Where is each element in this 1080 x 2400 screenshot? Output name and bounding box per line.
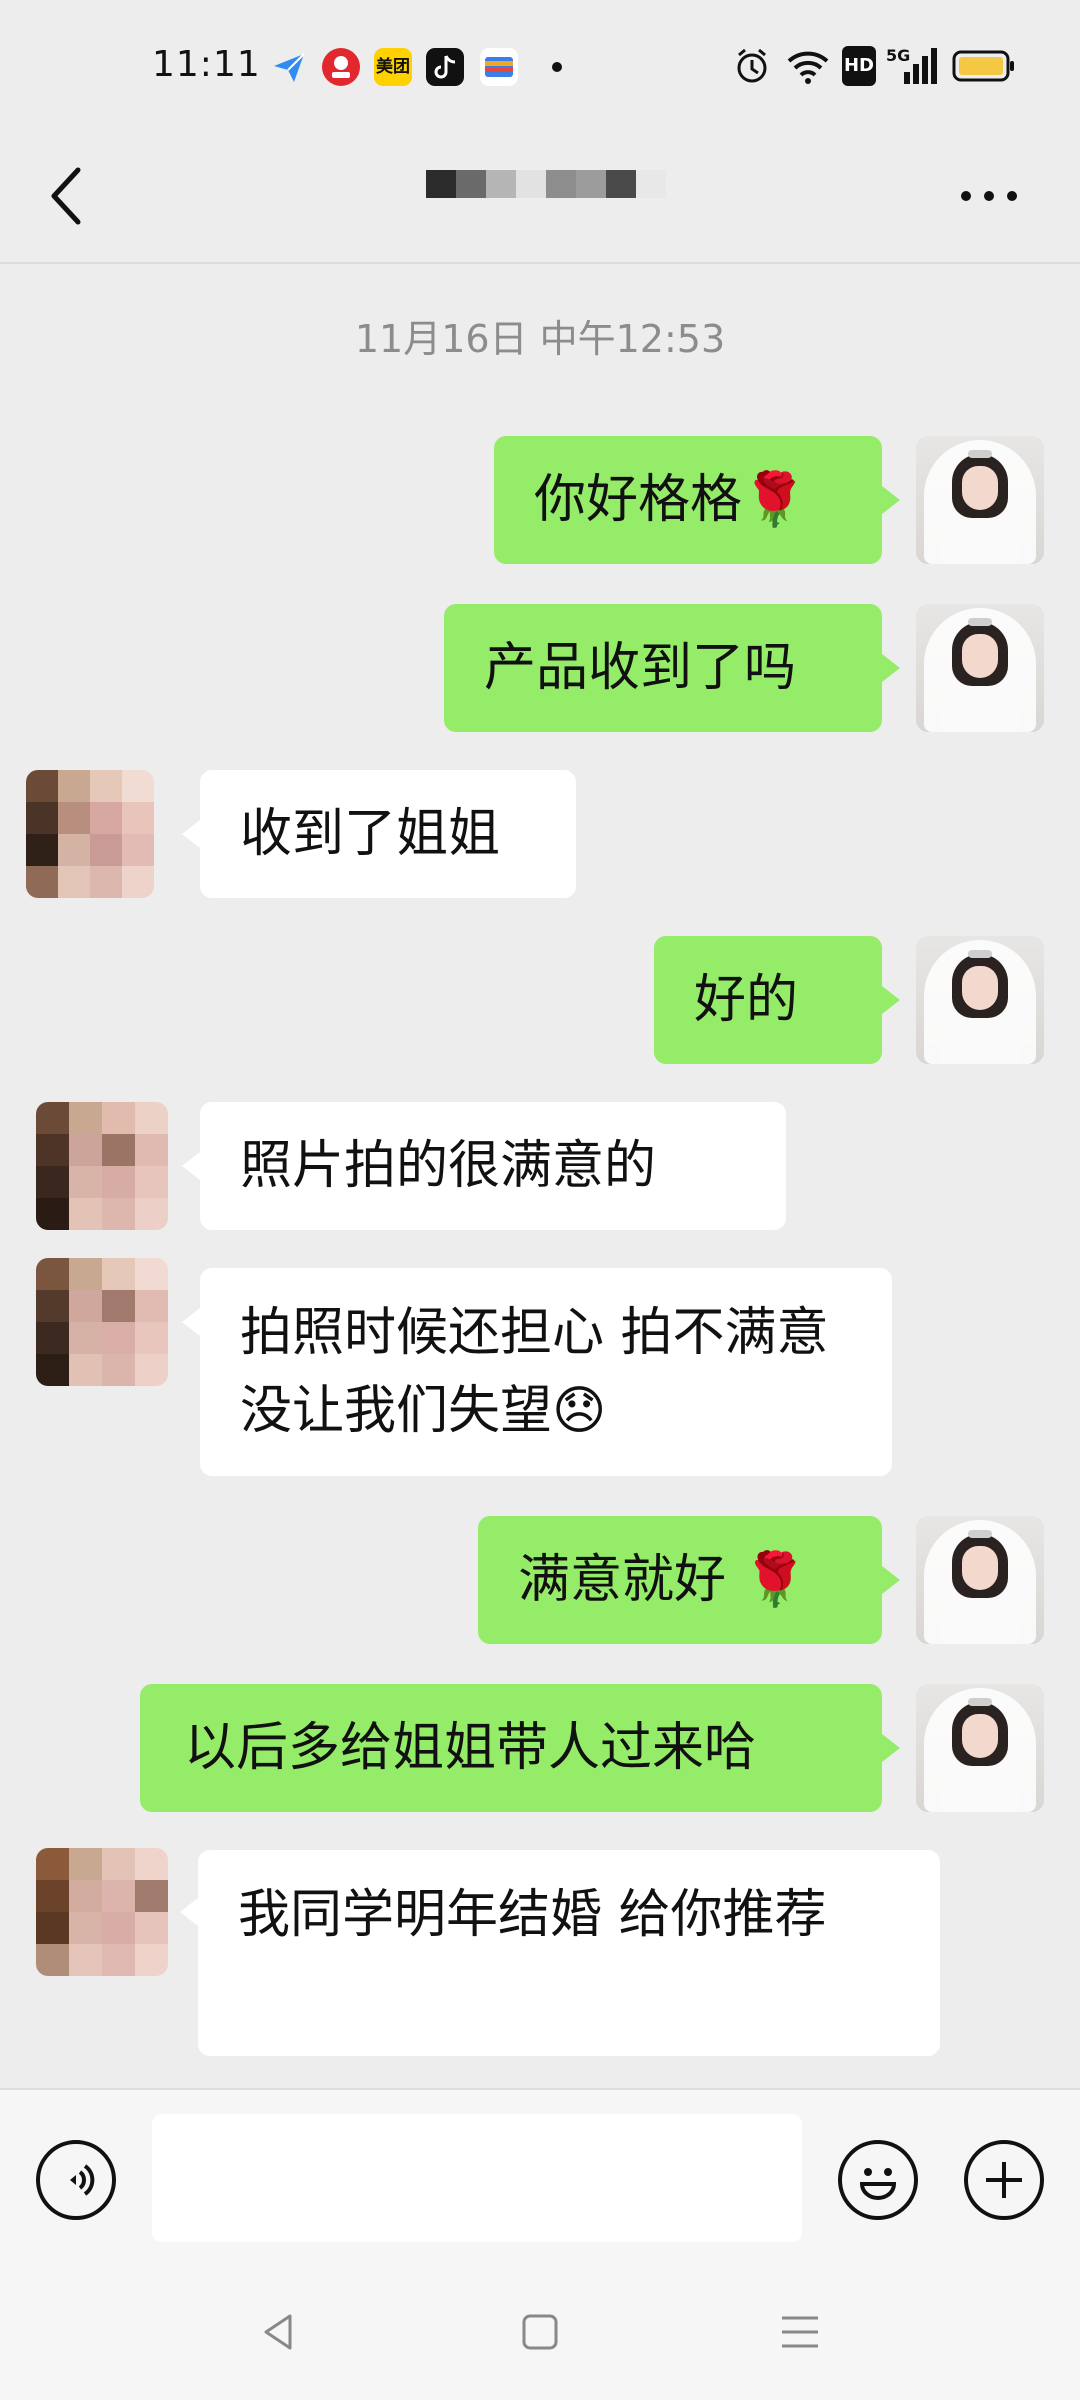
hd-icon: HD: [842, 46, 876, 86]
avatar[interactable]: [916, 1684, 1044, 1812]
avatar[interactable]: [916, 936, 1044, 1064]
douyin-icon: [426, 48, 464, 86]
message-bubble[interactable]: 满意就好 🌹: [478, 1516, 882, 1644]
message-bubble[interactable]: 产品收到了吗: [444, 604, 882, 732]
wifi-icon: [786, 46, 830, 86]
avatar[interactable]: [36, 1258, 168, 1386]
wallet-icon: [480, 48, 518, 86]
avatar[interactable]: [36, 1848, 168, 1976]
system-nav-bar: [0, 2270, 1080, 2400]
emoji-button[interactable]: [838, 2140, 918, 2220]
bubble-tail: [182, 820, 200, 848]
avatar[interactable]: [916, 604, 1044, 732]
pinduoduo-icon: [322, 48, 360, 86]
chevron-left-icon: [51, 167, 81, 225]
message-bubble[interactable]: 以后多给姐姐带人过来哈: [140, 1684, 882, 1812]
bubble-tail: [182, 1308, 200, 1336]
message-bubble[interactable]: 照片拍的很满意的: [200, 1102, 786, 1230]
back-button[interactable]: [40, 158, 100, 234]
bubble-tail: [882, 1566, 900, 1594]
nav-back-icon: [264, 2314, 292, 2350]
nav-menu-button[interactable]: [774, 2306, 826, 2358]
more-horizontal-icon: [961, 191, 1017, 201]
voice-icon: [70, 2164, 95, 2196]
message-bubble[interactable]: 拍照时候还担心 拍不满意 没让我们失望😞: [200, 1268, 892, 1476]
message-bubble[interactable]: 好的: [654, 936, 882, 1064]
nav-menu-icon: [782, 2316, 818, 2348]
message-bubble[interactable]: 我同学明年结婚 给你推荐: [198, 1850, 940, 2056]
chat-title-redacted: [426, 170, 666, 198]
nav-home-icon: [522, 2314, 558, 2350]
nav-home-button[interactable]: [514, 2306, 566, 2358]
bubble-tail: [882, 1734, 900, 1762]
message-bubble[interactable]: 你好格格🌹: [494, 436, 882, 564]
avatar[interactable]: [36, 1102, 168, 1230]
more-notifications-dot: [552, 62, 562, 72]
message-input-bar: [0, 2088, 1080, 2272]
bubble-tail: [882, 486, 900, 514]
feishu-icon: [270, 48, 308, 86]
chat-header: [0, 130, 1080, 262]
avatar[interactable]: [26, 770, 154, 898]
chat-timestamp: 11月16日 中午12:53: [354, 317, 726, 361]
message-bubble[interactable]: 收到了姐姐: [200, 770, 576, 898]
bubble-tail: [882, 654, 900, 682]
avatar[interactable]: [916, 1516, 1044, 1644]
status-time: 11:11: [152, 44, 261, 85]
meituan-icon: 美团: [374, 48, 412, 86]
avatar[interactable]: [916, 436, 1044, 564]
message-text-input[interactable]: [152, 2114, 802, 2242]
bubble-tail: [882, 986, 900, 1014]
bubble-tail: [182, 1152, 200, 1180]
more-options-button[interactable]: [954, 166, 1024, 226]
plus-button[interactable]: [964, 2140, 1044, 2220]
emoji-icon: [859, 2168, 897, 2200]
header-divider: [0, 262, 1080, 264]
bubble-tail: [180, 1898, 198, 1926]
plus-icon: [986, 2162, 1022, 2198]
alarm-icon: [734, 46, 770, 86]
voice-button[interactable]: [36, 2140, 116, 2220]
status-bar: 11:11 美团 HD 5G: [0, 0, 1080, 130]
battery-icon: [952, 46, 1016, 86]
nav-back-button[interactable]: [254, 2306, 306, 2358]
5g-signal-icon: 5G: [886, 46, 938, 86]
